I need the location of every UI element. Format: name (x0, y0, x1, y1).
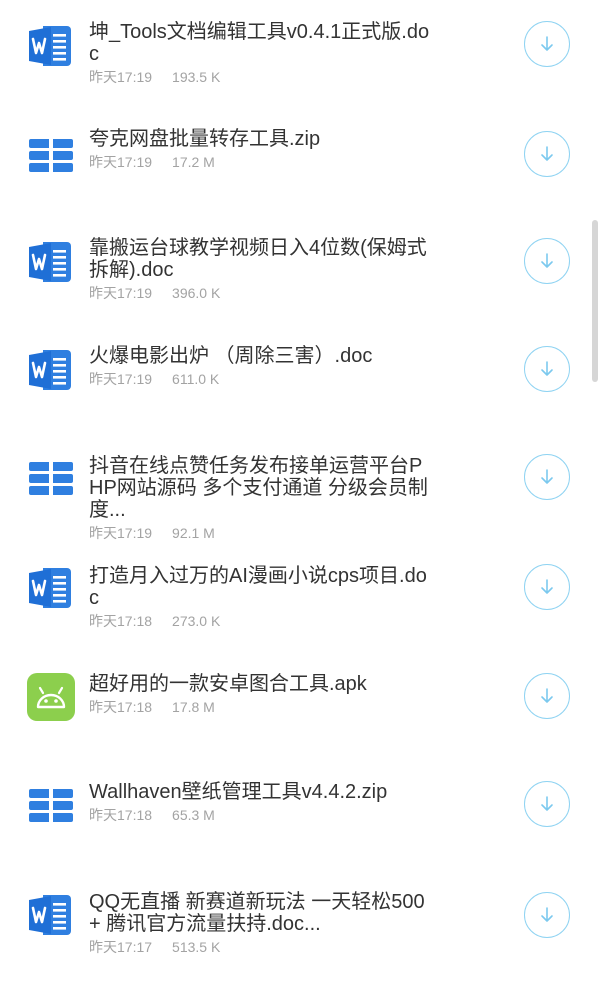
file-time: 昨天17:18 (89, 807, 153, 823)
file-time: 昨天17:17 (89, 939, 153, 955)
download-button[interactable] (524, 564, 570, 610)
download-button[interactable] (524, 781, 570, 827)
file-name: 超好用的一款安卓图合工具.apk (89, 673, 367, 695)
download-arrow-icon (541, 469, 553, 484)
download-arrow-icon (541, 361, 553, 376)
scrollbar-thumb[interactable] (592, 220, 598, 382)
file-item[interactable]: 火爆电影出炉 （周除三害）.doc 昨天17:19 611.0 K (0, 324, 598, 424)
file-info: Wallhaven壁纸管理工具v4.4.2.zip 昨天17:18 65.3 M (89, 781, 434, 824)
file-item[interactable]: 靠搬运台球教学视频日入4位数(保姆式拆解).doc 昨天17:19 396.0 K (0, 216, 598, 316)
word-doc-icon (27, 891, 75, 939)
file-info: 坤_Tools文档编辑工具v0.4.1正式版.doc 昨天17:19 193.5 … (89, 21, 434, 86)
file-name: QQ无直播 新赛道新玩法 一天轻松500+ 腾讯官方流量扶持.doc... (89, 891, 425, 935)
file-meta: 昨天17:18 65.3 M (89, 806, 434, 824)
file-info: 超好用的一款安卓图合工具.apk 昨天17:18 17.8 M (89, 673, 434, 716)
file-item[interactable]: 抖音在线点赞任务发布接单运营平台PHP网站源码 多个支付通道 分级会员制度...… (0, 432, 598, 541)
download-button[interactable] (524, 673, 570, 719)
file-size: 65.3 M (172, 807, 215, 823)
file-size: 17.2 M (172, 154, 215, 170)
file-meta: 昨天17:19 193.5 K (89, 68, 434, 86)
word-doc-icon (27, 22, 75, 70)
word-doc-icon (27, 564, 75, 612)
download-button[interactable] (524, 454, 570, 500)
file-size: 611.0 K (172, 371, 220, 387)
file-info: 抖音在线点赞任务发布接单运营平台PHP网站源码 多个支付通道 分级会员制度...… (89, 455, 434, 542)
zip-archive-icon (27, 455, 75, 503)
android-apk-icon (27, 673, 75, 721)
download-arrow-icon (541, 688, 553, 703)
file-meta: 昨天17:17 513.5 K (89, 938, 434, 956)
file-name: Wallhaven壁纸管理工具v4.4.2.zip (89, 781, 388, 803)
file-time: 昨天17:19 (89, 525, 153, 541)
file-item[interactable]: QQ无直播 新赛道新玩法 一天轻松500+ 腾讯官方流量扶持.doc... 昨天… (0, 864, 598, 964)
file-meta: 昨天17:18 273.0 K (89, 612, 434, 630)
file-name: 火爆电影出炉 （周除三害）.doc (89, 345, 373, 367)
file-item[interactable]: 超好用的一款安卓图合工具.apk 昨天17:18 17.8 M (0, 648, 598, 748)
file-size: 396.0 K (172, 285, 221, 301)
download-arrow-icon (541, 579, 553, 594)
word-doc-icon (27, 238, 75, 286)
download-button[interactable] (524, 346, 570, 392)
file-size: 17.8 M (172, 699, 215, 715)
download-arrow-icon (541, 796, 553, 811)
file-time: 昨天17:19 (89, 154, 153, 170)
file-item[interactable]: 坤_Tools文档编辑工具v0.4.1正式版.doc 昨天17:19 193.5 … (0, 0, 598, 100)
file-info: 打造月入过万的AI漫画小说cps项目.doc 昨天17:18 273.0 K (89, 565, 434, 630)
file-item[interactable]: 夸克网盘批量转存工具.zip 昨天17:19 17.2 M (0, 108, 598, 208)
zip-archive-icon (27, 132, 75, 180)
file-info: 夸克网盘批量转存工具.zip 昨天17:19 17.2 M (89, 128, 434, 171)
file-time: 昨天17:19 (89, 371, 153, 387)
file-name: 靠搬运台球教学视频日入4位数(保姆式拆解).doc (89, 237, 427, 281)
file-item[interactable]: Wallhaven壁纸管理工具v4.4.2.zip 昨天17:18 65.3 M (0, 756, 598, 856)
file-name: 打造月入过万的AI漫画小说cps项目.doc (89, 565, 427, 609)
word-doc-icon (27, 346, 75, 394)
file-item[interactable]: 打造月入过万的AI漫画小说cps项目.doc 昨天17:18 273.0 K (0, 540, 598, 640)
file-meta: 昨天17:19 396.0 K (89, 284, 434, 302)
download-button[interactable] (524, 892, 570, 938)
file-meta: 昨天17:19 17.2 M (89, 153, 434, 171)
file-size: 273.0 K (172, 613, 221, 629)
file-name: 抖音在线点赞任务发布接单运营平台PHP网站源码 多个支付通道 分级会员制度... (89, 455, 428, 521)
download-button[interactable] (524, 131, 570, 177)
file-meta: 昨天17:18 17.8 M (89, 698, 434, 716)
file-size: 193.5 K (172, 69, 221, 85)
file-info: 靠搬运台球教学视频日入4位数(保姆式拆解).doc 昨天17:19 396.0 K (89, 237, 434, 302)
zip-archive-icon (27, 782, 75, 830)
file-time: 昨天17:18 (89, 613, 153, 629)
download-arrow-icon (541, 146, 553, 161)
file-name: 夸克网盘批量转存工具.zip (89, 128, 321, 150)
file-list: 坤_Tools文档编辑工具v0.4.1正式版.doc 昨天17:19 193.5 … (0, 0, 598, 998)
file-info: 火爆电影出炉 （周除三害）.doc 昨天17:19 611.0 K (89, 345, 434, 388)
file-meta: 昨天17:19 611.0 K (89, 370, 434, 388)
download-arrow-icon (541, 907, 553, 922)
download-button[interactable] (524, 238, 570, 284)
download-button[interactable] (524, 21, 570, 67)
file-time: 昨天17:18 (89, 699, 153, 715)
file-time: 昨天17:19 (89, 285, 153, 301)
download-arrow-icon (541, 253, 553, 268)
file-info: QQ无直播 新赛道新玩法 一天轻松500+ 腾讯官方流量扶持.doc... 昨天… (89, 891, 434, 956)
file-time: 昨天17:19 (89, 69, 153, 85)
file-size: 513.5 K (172, 939, 221, 955)
file-size: 92.1 M (172, 525, 215, 541)
download-arrow-icon (541, 36, 553, 51)
file-name: 坤_Tools文档编辑工具v0.4.1正式版.doc (89, 21, 430, 65)
